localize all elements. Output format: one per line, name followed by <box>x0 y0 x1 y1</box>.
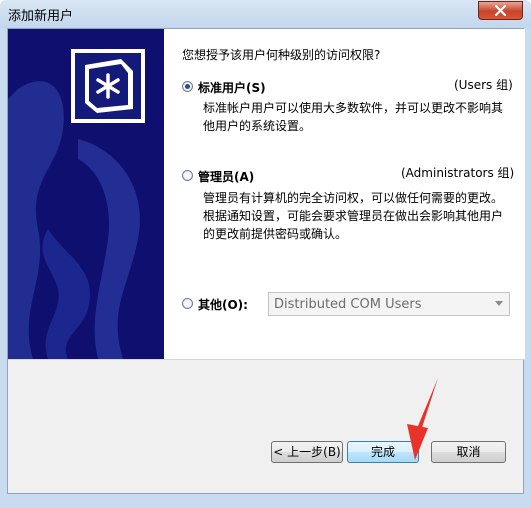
other-radio[interactable] <box>182 298 193 309</box>
window-title: 添加新用户 <box>8 9 74 24</box>
finish-button[interactable]: 完成 <box>347 441 419 463</box>
side-banner <box>8 29 164 359</box>
back-button[interactable]: < 上一步(B) <box>271 441 343 463</box>
options-panel: 您想授予该用户何种级别的访问权限? 标准用户(S) (Users 组) 标准帐户… <box>164 29 525 359</box>
user-security-logo-icon <box>71 49 145 123</box>
group-dropdown-value: Distributed COM Users <box>274 297 422 312</box>
chevron-down-icon <box>495 301 503 306</box>
administrator-group: (Administrators 组) <box>401 166 515 180</box>
access-question: 您想授予该用户何种级别的访问权限? <box>182 48 381 62</box>
dialog-body: 您想授予该用户何种级别的访问权限? 标准用户(S) (Users 组) 标准帐户… <box>7 28 525 494</box>
title-bar: 添加新用户 <box>0 0 531 28</box>
add-user-dialog: 添加新用户 您想授予该用户何种级别的访问权限? 标准用户(S) (Users 组… <box>0 0 531 508</box>
group-dropdown[interactable]: Distributed COM Users <box>268 292 510 316</box>
administrator-description: 管理员有计算机的完全访问权，可以做任何需要的更改。 根据通知设置，可能会要求管理… <box>203 191 504 241</box>
administrator-radio[interactable] <box>182 170 193 181</box>
standard-user-radio[interactable] <box>182 81 193 92</box>
close-button[interactable] <box>478 1 523 20</box>
standard-user-label[interactable]: 标准用户(S) <box>198 79 266 96</box>
cancel-button[interactable]: 取消 <box>431 441 506 463</box>
standard-user-description: 标准帐户用户可以使用大多数软件，并可以更改不影响其 他用户的系统设置。 <box>203 101 504 133</box>
separator <box>8 359 525 360</box>
other-label[interactable]: 其他(O): <box>198 296 248 313</box>
standard-user-group: (Users 组) <box>454 78 513 92</box>
administrator-label[interactable]: 管理员(A) <box>198 168 254 185</box>
close-icon <box>494 5 507 16</box>
